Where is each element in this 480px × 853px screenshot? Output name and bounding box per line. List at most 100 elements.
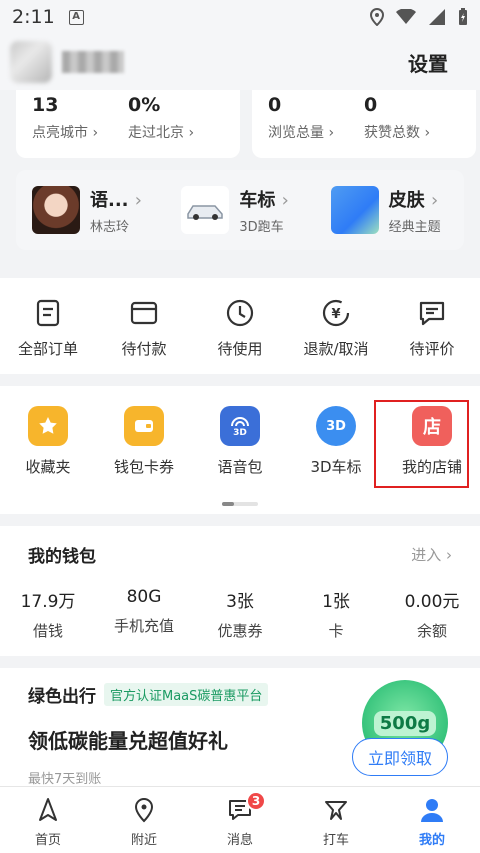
tab-label: 首页 xyxy=(34,833,61,848)
stat-likes[interactable]: 0 获赞总数 › xyxy=(364,94,460,154)
skin-theme-image xyxy=(330,186,379,234)
wallet-value: 17.9万 xyxy=(20,592,76,612)
home-nav-icon xyxy=(39,798,57,821)
notification-a-icon: A xyxy=(68,9,84,25)
favorites-button[interactable]: 收藏夹 xyxy=(0,386,96,514)
tool-label: 3D车标 xyxy=(310,458,362,476)
stat-value: 0 xyxy=(268,94,282,116)
wallet-title: 我的钱包 xyxy=(28,547,96,567)
profile-icon xyxy=(421,799,443,822)
all-orders-button[interactable]: 全部订单 xyxy=(0,278,96,374)
feature-subtitle: 经典主题 xyxy=(388,219,441,235)
svg-text:¥: ¥ xyxy=(331,307,340,322)
wallet-item-recharge[interactable]: 80G 手机充值 xyxy=(96,587,192,641)
wallet-section: 我的钱包 进入 › 17.9万 借钱 80G 手机充值 3张 优惠券 1张 卡 … xyxy=(0,526,480,656)
message-count-badge: 3 xyxy=(246,791,266,811)
settings-button[interactable]: 设置 xyxy=(408,48,448,77)
stat-value: 0 xyxy=(364,94,378,116)
skin-feature[interactable]: 皮肤 › 经典主题 xyxy=(315,186,464,235)
feature-title: 车标 › xyxy=(239,189,289,211)
wallet-value: 3张 xyxy=(226,592,254,612)
taxi-icon xyxy=(325,801,347,820)
feature-title: 语... › xyxy=(90,189,142,211)
tab-taxi[interactable]: 打车 xyxy=(288,787,384,853)
wallet-item-cards[interactable]: 1张 卡 xyxy=(288,587,384,641)
order-label: 待评价 xyxy=(409,340,455,358)
star-icon xyxy=(28,406,68,446)
tool-label: 语音包 xyxy=(217,458,263,476)
bottom-tab-bar: 首页 附近 3 消息 打车 我的 xyxy=(0,786,480,853)
personalization-card: 语... › 林志玲 车标 › 3D跑车 皮肤 › 经典主题 xyxy=(16,170,464,250)
feature-subtitle: 3D跑车 xyxy=(239,219,284,235)
tab-label: 附近 xyxy=(130,833,157,848)
wallet-coupons-button[interactable]: 钱包卡券 xyxy=(96,386,192,514)
feature-subtitle: 林志玲 xyxy=(90,219,130,235)
wallet-enter-link[interactable]: 进入 › xyxy=(411,544,452,565)
wallet-item-balance[interactable]: 0.00元 余额 xyxy=(384,587,480,641)
car-badge: 3D xyxy=(326,418,346,434)
status-bar: 2:11 A xyxy=(0,0,480,34)
username-blurred[interactable] xyxy=(62,51,124,73)
tab-mine[interactable]: 我的 xyxy=(384,787,480,853)
page-indicator xyxy=(222,502,258,506)
pending-payment-button[interactable]: 待付款 xyxy=(96,278,192,374)
tab-label: 打车 xyxy=(322,833,349,848)
tab-nearby[interactable]: 附近 xyxy=(96,787,192,853)
travel-stats-card: 13 点亮城市 › 0% 走过北京 › xyxy=(16,90,240,158)
pending-use-button[interactable]: 待使用 xyxy=(192,278,288,374)
wallet-item-coupons[interactable]: 3张 优惠券 xyxy=(192,587,288,641)
wallet-label: 卡 xyxy=(328,622,344,640)
location-pin-icon xyxy=(134,797,154,823)
review-message-icon xyxy=(419,301,445,326)
voice-badge: 3D xyxy=(233,428,247,438)
avatar[interactable] xyxy=(10,41,52,83)
wallet-label: 余额 xyxy=(416,622,447,640)
3d-car-icon-button[interactable]: 3D 3D车标 xyxy=(288,386,384,514)
wallet-icon xyxy=(124,406,164,446)
stat-value: 0% xyxy=(128,94,161,116)
voice-feature[interactable]: 语... › 林志玲 xyxy=(16,186,165,235)
signal-icon xyxy=(429,9,445,25)
3d-icon: 3D xyxy=(316,406,356,446)
stat-beijing[interactable]: 0% 走过北京 › xyxy=(128,94,224,154)
wallet-label: 手机充值 xyxy=(113,617,174,635)
stat-cities[interactable]: 13 点亮城市 › xyxy=(32,94,128,154)
tool-label: 钱包卡券 xyxy=(113,458,174,476)
feature-title: 皮肤 › xyxy=(388,189,439,211)
green-travel-section: 绿色出行 官方认证MaaS碳普惠平台 领低碳能量兑超值好礼 最快7天到账 500… xyxy=(0,668,480,787)
order-label: 待付款 xyxy=(121,340,167,358)
order-label: 待使用 xyxy=(217,340,263,358)
battery-icon xyxy=(459,8,467,25)
tab-messages[interactable]: 3 消息 xyxy=(192,787,288,853)
claim-button[interactable]: 立即领取 xyxy=(352,738,448,776)
order-label: 全部订单 xyxy=(17,340,78,358)
tab-label: 我的 xyxy=(418,833,445,848)
coin-label: 500g xyxy=(373,710,437,736)
green-tag: 官方认证MaaS碳普惠平台 xyxy=(104,683,269,706)
voice-pack-icon: 3D xyxy=(220,406,260,446)
stat-label: 点亮城市 › xyxy=(32,125,99,141)
wifi-icon xyxy=(396,9,416,24)
refund-button[interactable]: ¥ 退款/取消 xyxy=(288,278,384,374)
stat-label: 浏览总量 › xyxy=(268,125,335,141)
order-list-icon xyxy=(36,299,60,327)
tab-home[interactable]: 首页 xyxy=(0,787,96,853)
wallet-value: 1张 xyxy=(322,592,350,612)
green-title: 绿色出行 xyxy=(28,687,96,707)
pending-review-button[interactable]: 待评价 xyxy=(384,278,480,374)
highlight-box xyxy=(374,400,469,488)
stats-row: 13 点亮城市 › 0% 走过北京 › 0 浏览总量 › 0 获赞总数 › xyxy=(16,90,476,158)
location-status-icon xyxy=(370,8,384,26)
profile-header: 设置 xyxy=(0,34,480,90)
tool-label: 收藏夹 xyxy=(25,458,71,476)
stat-label: 获赞总数 › xyxy=(364,125,431,141)
tab-label: 消息 xyxy=(226,833,253,848)
wallet-item-loan[interactable]: 17.9万 借钱 xyxy=(0,587,96,641)
stat-views[interactable]: 0 浏览总量 › xyxy=(268,94,364,154)
car-icon-feature[interactable]: 车标 › 3D跑车 xyxy=(165,186,314,235)
status-time: 2:11 xyxy=(12,6,55,28)
voice-pack-button[interactable]: 3D 语音包 xyxy=(192,386,288,514)
social-stats-card: 0 浏览总量 › 0 获赞总数 › xyxy=(252,90,476,158)
orders-section: 全部订单 待付款 待使用 ¥ 退款/取消 待评价 xyxy=(0,278,480,374)
car-image xyxy=(181,186,230,234)
